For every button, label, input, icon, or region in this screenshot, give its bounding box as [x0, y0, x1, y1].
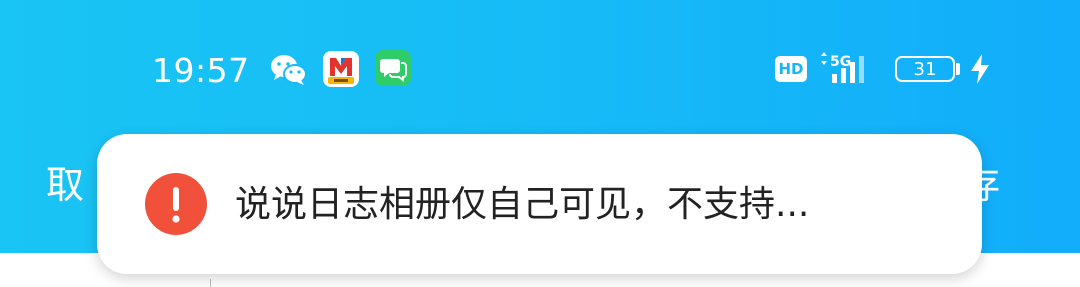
signal-icon: 5G: [818, 50, 880, 86]
hd-badge: HD: [775, 56, 807, 82]
status-time: 19:57: [152, 51, 250, 90]
battery-icon: 31: [895, 56, 955, 82]
cancel-button[interactable]: 取: [46, 160, 84, 210]
divider: [210, 279, 211, 287]
battery-level: 31: [913, 58, 937, 80]
charging-bolt-icon: [968, 53, 992, 85]
toast-notification: 说说日志相册仅自己可见，不支持...: [97, 134, 982, 274]
wechat-icon: [270, 53, 308, 87]
exclamation-icon: [145, 173, 207, 235]
battery-cap: [956, 63, 960, 75]
network-type-label: 5G: [830, 54, 851, 70]
toast-message: 说说日志相册仅自己可见，不支持...: [235, 184, 810, 225]
message-icon: [375, 50, 411, 86]
app-icon: [322, 50, 360, 88]
